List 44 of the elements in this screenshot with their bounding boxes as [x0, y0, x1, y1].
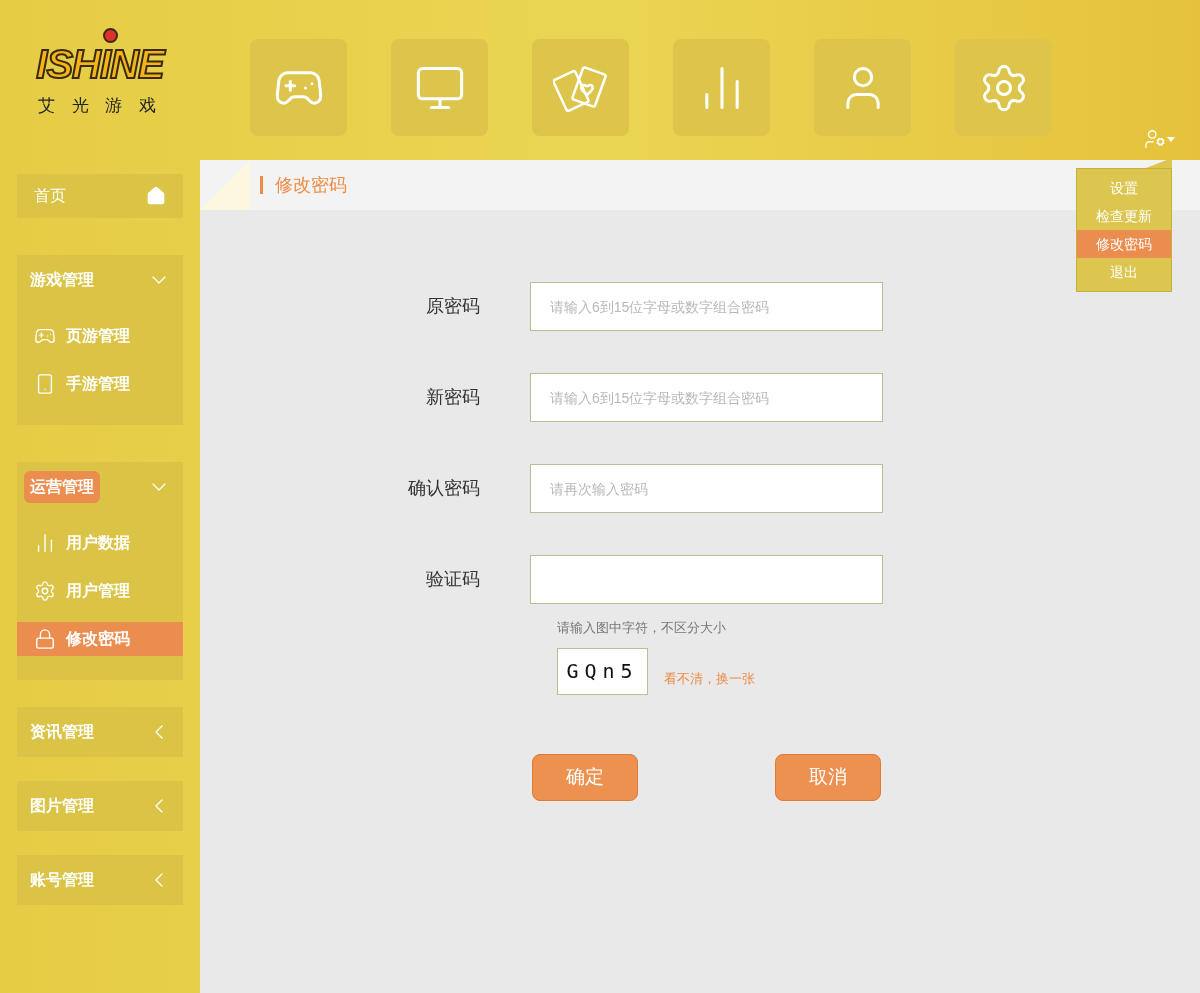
- cards-button[interactable]: [532, 39, 629, 136]
- nav-item[interactable]: 用户管理: [17, 574, 183, 608]
- lock-icon: [34, 628, 56, 650]
- caret-icon: [1167, 136, 1175, 142]
- settings-button[interactable]: [955, 39, 1052, 136]
- confirm-button[interactable]: 确定: [532, 753, 638, 801]
- logo-subtitle: 艾 光 游 戏: [37, 95, 163, 117]
- input-field[interactable]: 请输入6到15位字母或数字组合密码: [530, 282, 883, 331]
- user-button[interactable]: [814, 39, 911, 136]
- nav-item[interactable]: 手游管理: [17, 367, 183, 401]
- page-title: 修改密码: [260, 176, 347, 194]
- field-label: 确认密码: [407, 477, 480, 500]
- cancel-button[interactable]: 取消: [775, 753, 881, 801]
- nav-item[interactable]: 用户数据: [17, 526, 183, 560]
- menu-item[interactable]: 检查更新: [1077, 202, 1171, 230]
- nav-item[interactable]: 页游管理: [17, 319, 183, 353]
- home-nav-item[interactable]: 首页: [17, 174, 183, 218]
- nav-item[interactable]: 修改密码: [17, 622, 183, 656]
- captcha-hint: 请输入图中字符，不区分大小: [557, 619, 727, 637]
- field-label: 原密码: [425, 295, 480, 318]
- menu-item[interactable]: 退出: [1077, 258, 1171, 286]
- user-gear-icon: [1144, 128, 1166, 150]
- monitor-button[interactable]: [391, 39, 488, 136]
- nav-group-title[interactable]: 账号管理: [24, 864, 100, 896]
- account-menu-button[interactable]: [1144, 128, 1175, 150]
- input-field[interactable]: 请输入6到15位字母或数字组合密码: [530, 373, 883, 422]
- field-label: 新密码: [425, 386, 480, 409]
- field-label: 验证码: [425, 568, 480, 591]
- chart-button[interactable]: [673, 39, 770, 136]
- nav-group-title[interactable]: 图片管理: [24, 790, 100, 822]
- nav-group-title[interactable]: 运营管理: [24, 471, 100, 503]
- input-field[interactable]: 请再次输入密码: [530, 464, 883, 513]
- nav-group-title[interactable]: 资讯管理: [24, 716, 100, 748]
- menu-item[interactable]: 修改密码: [1077, 230, 1171, 258]
- home-icon: [146, 186, 166, 206]
- gear-icon: [34, 580, 56, 602]
- captcha-image: GQn5: [557, 647, 648, 695]
- input-field[interactable]: [530, 555, 883, 604]
- menu-item[interactable]: 设置: [1077, 174, 1171, 202]
- refresh-captcha-link[interactable]: 看不清，换一张: [664, 669, 755, 689]
- nav-group-title[interactable]: 游戏管理: [24, 264, 100, 296]
- gamepad-button[interactable]: [250, 39, 347, 136]
- logo-wordmark: ISHINE: [36, 42, 164, 86]
- corner-fold: [200, 160, 250, 210]
